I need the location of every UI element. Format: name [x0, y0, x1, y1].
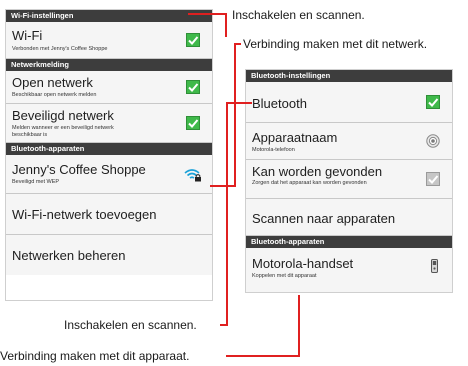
scan-devices-label: Scannen naar apparaten [252, 211, 396, 226]
discoverable-subtitle: Zorgen dat het apparaat kan worden gevon… [252, 180, 367, 186]
callout-line [234, 43, 236, 186]
callout-enable-scan-bottom: Inschakelen en scannen. [64, 318, 197, 332]
open-network-subtitle: Beschikbaar open netwerk melden [12, 92, 97, 98]
secure-network-title: Beveiligd netwerk [12, 108, 114, 123]
bluetooth-title: Bluetooth [252, 96, 307, 111]
add-network-label: Wi-Fi-netwerk toevoegen [12, 207, 157, 222]
device-name-value: Motorola-telefoon [252, 147, 295, 153]
wifi-settings-header: Wi-Fi-instellingen [6, 10, 212, 22]
network-list-item[interactable]: Jenny's Coffee Shoppe Beveiligd met WEP [6, 155, 212, 194]
device-name-title: Apparaatnaam [252, 130, 338, 145]
open-network-title: Open netwerk [12, 75, 93, 90]
callout-line [188, 13, 226, 15]
bluetooth-settings-screen: Bluetooth-instellingen Bluetooth Apparaa… [246, 70, 452, 292]
phone-icon [431, 259, 438, 273]
callout-line [298, 295, 300, 356]
wifi-checkbox[interactable] [186, 33, 200, 47]
add-network-row[interactable]: Wi-Fi-netwerk toevoegen [6, 194, 212, 235]
device-subtitle: Koppelen met dit apparaat [252, 273, 317, 279]
secure-network-checkbox[interactable] [186, 116, 200, 130]
secure-network-row[interactable]: Beveiligd netwerk Melden wanneer er een … [6, 104, 212, 143]
paired-devices-header: Bluetooth-apparaten [246, 236, 452, 248]
network-notification-header: Netwerkmelding [6, 59, 212, 71]
bluetooth-settings-header: Bluetooth-instellingen [246, 70, 452, 82]
callout-enable-scan-top: Inschakelen en scannen. [232, 8, 365, 22]
callout-line [236, 43, 241, 45]
callout-line [226, 102, 252, 104]
callout-line [226, 355, 300, 357]
callout-connect-network: Verbinding maken met dit netwerk. [243, 37, 428, 51]
discoverable-row[interactable]: Kan worden gevonden Zorgen dat het appar… [246, 160, 452, 199]
bluetooth-checkbox[interactable] [426, 95, 440, 109]
open-network-checkbox[interactable] [186, 80, 200, 94]
wifi-settings-screen: Wi-Fi-instellingen Wi-Fi Verbonden met J… [6, 10, 212, 300]
discoverable-checkbox[interactable] [426, 172, 440, 186]
check-icon [188, 119, 199, 128]
manage-networks-label: Netwerken beheren [12, 248, 126, 263]
wifi-lock-icon [184, 169, 201, 182]
callout-line [226, 102, 228, 325]
check-icon [188, 36, 199, 45]
wifi-toggle-row[interactable]: Wi-Fi Verbonden met Jenny's Coffee Shopp… [6, 22, 212, 59]
callout-line [220, 324, 228, 326]
device-name-row[interactable]: Apparaatnaam Motorola-telefoon [246, 123, 452, 160]
check-icon [188, 83, 199, 92]
device-title: Motorola-handset [252, 256, 354, 271]
manage-networks-row[interactable]: Netwerken beheren [6, 235, 212, 275]
callout-line [225, 13, 227, 37]
wifi-title: Wi-Fi [12, 28, 43, 43]
network-name: Jenny's Coffee Shoppe [12, 162, 146, 177]
check-icon [428, 175, 439, 184]
scan-devices-row[interactable]: Scannen naar apparaten [246, 199, 452, 236]
wifi-subtitle: Verbonden met Jenny's Coffee Shoppe [12, 46, 108, 52]
bluetooth-devices-header: Bluetooth-apparaten [6, 143, 212, 155]
secure-network-subtitle: Melden wanneer er een beveiligd netwerk … [12, 125, 114, 138]
open-network-row[interactable]: Open netwerk Beschikbaar open netwerk me… [6, 71, 212, 104]
device-list-item[interactable]: Motorola-handset Koppelen met dit appara… [246, 248, 452, 292]
callout-line [210, 185, 236, 187]
check-icon [428, 98, 439, 107]
bluetooth-toggle-row[interactable]: Bluetooth [246, 82, 452, 123]
eye-icon [426, 134, 440, 148]
callout-connect-device: Verbinding maken met dit apparaat. [0, 349, 190, 363]
network-security: Beveiligd met WEP [12, 179, 60, 185]
discoverable-title: Kan worden gevonden [252, 164, 383, 179]
